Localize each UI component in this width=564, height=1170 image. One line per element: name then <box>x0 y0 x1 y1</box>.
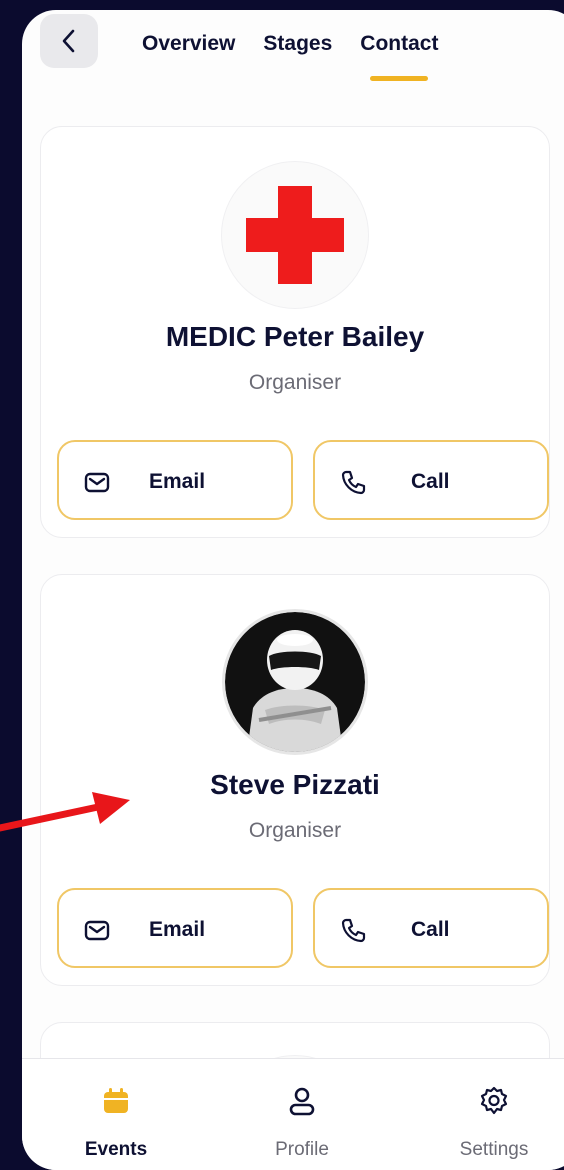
contact-name: MEDIC Peter Bailey <box>165 321 425 352</box>
call-button[interactable]: Call <box>313 888 549 968</box>
nav-settings[interactable]: Settings <box>434 1085 554 1161</box>
red-cross-icon <box>246 186 344 284</box>
mail-icon <box>84 920 110 941</box>
mail-icon <box>84 472 110 493</box>
phone-icon <box>341 470 366 495</box>
bottom-nav: Events Profile Settings <box>22 1058 564 1170</box>
email-button-label: Email <box>149 470 206 493</box>
email-button[interactable]: Email <box>57 440 293 520</box>
tab-bar: Overview Stages Contact <box>142 32 438 81</box>
nav-profile[interactable]: Profile <box>242 1085 362 1161</box>
calendar-icon <box>104 1088 128 1113</box>
nav-events-label: Events <box>84 1139 148 1160</box>
contact-card: Steve Pizzati Organiser Email Call <box>40 574 550 986</box>
chevron-left-icon <box>62 29 75 53</box>
gear-icon <box>480 1086 508 1115</box>
racing-driver-photo <box>225 612 365 752</box>
email-button-label: Email <box>149 918 206 941</box>
nav-settings-label: Settings <box>459 1139 529 1160</box>
annotation-arrow-icon <box>0 792 130 832</box>
call-button[interactable]: Call <box>313 440 549 520</box>
avatar <box>221 161 369 309</box>
email-button[interactable]: Email <box>57 888 293 968</box>
user-icon <box>289 1087 315 1116</box>
phone-icon <box>341 918 366 943</box>
phone-screen: Overview Stages Contact MEDIC Peter Bail… <box>22 10 564 1170</box>
tab-contact[interactable]: Contact <box>360 32 438 81</box>
contact-card: MEDIC Peter Bailey Organiser Email Call <box>40 126 550 538</box>
back-button[interactable] <box>40 14 98 68</box>
nav-profile-label: Profile <box>275 1139 329 1160</box>
avatar <box>222 609 368 755</box>
top-bar: Overview Stages Contact <box>22 10 564 110</box>
tab-overview[interactable]: Overview <box>142 32 235 56</box>
call-button-label: Call <box>411 918 450 941</box>
call-button-label: Call <box>411 470 450 493</box>
tab-stages[interactable]: Stages <box>263 32 332 56</box>
contact-role: Organiser <box>248 371 342 394</box>
nav-events[interactable]: Events <box>56 1085 176 1161</box>
